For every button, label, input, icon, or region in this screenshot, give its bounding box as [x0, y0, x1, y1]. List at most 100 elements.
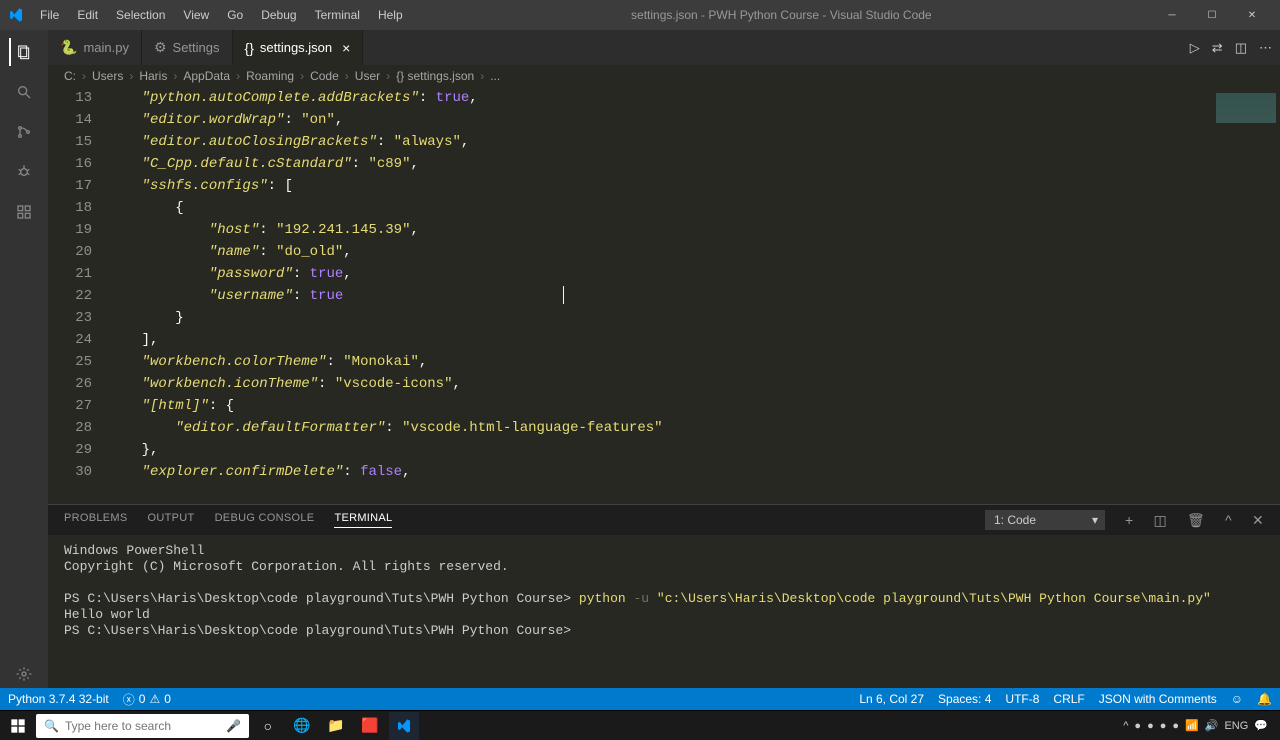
menu-terminal[interactable]: Terminal	[307, 4, 368, 26]
indentation[interactable]: Spaces: 4	[938, 692, 991, 706]
notifications-icon[interactable]: 🔔	[1257, 692, 1272, 706]
menu-view[interactable]: View	[175, 4, 217, 26]
extensions-icon[interactable]	[10, 198, 38, 226]
window-title: settings.json - PWH Python Course - Visu…	[411, 8, 1152, 22]
breadcrumbs[interactable]: C:›Users›Haris›AppData›Roaming›Code›User…	[48, 65, 1280, 87]
breadcrumb-item[interactable]: C:	[64, 69, 76, 83]
maximize-button[interactable]: ☐	[1192, 0, 1232, 30]
kill-terminal-icon[interactable]: 🗑	[1187, 512, 1205, 529]
scm-icon[interactable]	[10, 118, 38, 146]
menu-file[interactable]: File	[32, 4, 67, 26]
minimap[interactable]	[1200, 87, 1280, 504]
vscode-icon	[8, 7, 24, 23]
search-icon[interactable]	[10, 78, 38, 106]
tray-icon[interactable]: ●	[1160, 720, 1167, 732]
panel-tab-debug-console[interactable]: DEBUG CONSOLE	[215, 512, 315, 528]
system-tray[interactable]: ^ ● ● ● ● 📶 🔊 ENG 💬	[1123, 719, 1276, 732]
breadcrumb-item[interactable]: ...	[490, 69, 500, 83]
split-editor-icon[interactable]: ◫	[1235, 40, 1247, 56]
menu-help[interactable]: Help	[370, 4, 411, 26]
cursor-position[interactable]: Ln 6, Col 27	[859, 692, 924, 706]
tray-volume-icon[interactable]: 🔊	[1205, 719, 1219, 732]
chevron-right-icon: ›	[300, 69, 304, 83]
python-version[interactable]: Python 3.7.4 32-bit	[8, 692, 109, 706]
menu-debug[interactable]: Debug	[253, 4, 304, 26]
explorer-folder-icon[interactable]: 📁	[321, 712, 351, 740]
new-terminal-icon[interactable]: +	[1125, 512, 1133, 528]
panel-tab-problems[interactable]: PROBLEMS	[64, 512, 128, 528]
code-content[interactable]: "python.autoComplete.addBrackets": true,…	[108, 87, 1200, 504]
eol[interactable]: CRLF	[1053, 692, 1084, 706]
breadcrumb-item[interactable]: Code	[310, 69, 339, 83]
tray-notifications-icon[interactable]: 💬	[1254, 719, 1268, 732]
tray-icon[interactable]: ●	[1172, 720, 1179, 732]
breadcrumb-item[interactable]: AppData	[183, 69, 230, 83]
activity-bar	[0, 30, 48, 688]
breadcrumb-item[interactable]: Haris	[139, 69, 167, 83]
tray-wifi-icon[interactable]: 📶	[1185, 719, 1199, 732]
file-icon: ⚙	[154, 39, 167, 56]
breadcrumb-item[interactable]: Users	[92, 69, 123, 83]
start-button[interactable]	[4, 712, 32, 740]
file-icon: 🐍	[60, 39, 77, 56]
terminal-selector[interactable]: 1: Code	[985, 510, 1105, 530]
text-cursor	[563, 286, 564, 304]
search-input[interactable]	[65, 719, 220, 733]
panel-tab-output[interactable]: OUTPUT	[148, 512, 195, 528]
window-controls: ─ ☐ ✕	[1152, 0, 1272, 30]
breadcrumb-item[interactable]: Roaming	[246, 69, 294, 83]
tray-icon[interactable]: ●	[1147, 720, 1154, 732]
menu-bar: FileEditSelectionViewGoDebugTerminalHelp	[32, 4, 411, 26]
breadcrumb-item[interactable]: User	[355, 69, 380, 83]
chevron-right-icon: ›	[236, 69, 240, 83]
minimize-button[interactable]: ─	[1152, 0, 1192, 30]
tab-settings[interactable]: ⚙ Settings	[142, 30, 233, 65]
close-tab-icon[interactable]: ×	[342, 40, 350, 56]
editor[interactable]: 131415161718192021222324252627282930 "py…	[48, 87, 1280, 504]
open-changes-icon[interactable]: ⇄	[1212, 40, 1223, 56]
tray-chevron-icon[interactable]: ^	[1123, 720, 1128, 732]
vscode-taskbar-icon[interactable]	[389, 712, 419, 740]
tray-lang[interactable]: ENG	[1224, 720, 1248, 732]
chevron-right-icon: ›	[129, 69, 133, 83]
chrome-icon[interactable]: 🌐	[287, 712, 317, 740]
encoding[interactable]: UTF-8	[1005, 692, 1039, 706]
taskbar-search[interactable]: 🔍 🎤	[36, 714, 249, 738]
feedback-icon[interactable]: ☺	[1231, 692, 1243, 706]
titlebar: FileEditSelectionViewGoDebugTerminalHelp…	[0, 0, 1280, 30]
status-bar: Python 3.7.4 32-bit ⓧ0 ⚠0 Ln 6, Col 27 S…	[0, 688, 1280, 710]
more-actions-icon[interactable]: ⋯	[1259, 40, 1272, 56]
terminal[interactable]: Windows PowerShellCopyright (C) Microsof…	[48, 535, 1280, 688]
tab-settings-json[interactable]: {}settings.json×	[233, 30, 364, 65]
app-icon[interactable]: 🟥	[355, 712, 385, 740]
tab-main-py[interactable]: 🐍 main.py	[48, 30, 142, 65]
tab-label: main.py	[83, 40, 129, 55]
problems-status[interactable]: ⓧ0 ⚠0	[123, 691, 171, 708]
language-mode[interactable]: JSON with Comments	[1099, 692, 1217, 706]
mic-icon[interactable]: 🎤	[226, 719, 241, 733]
close-button[interactable]: ✕	[1232, 0, 1272, 30]
breadcrumb-item[interactable]: {} settings.json	[396, 69, 474, 83]
bottom-panel: PROBLEMS OUTPUT DEBUG CONSOLE TERMINAL 1: C…	[48, 504, 1280, 688]
panel-tabs: PROBLEMS OUTPUT DEBUG CONSOLE TERMINAL 1: C…	[48, 505, 1280, 535]
split-terminal-icon[interactable]: ◫	[1153, 512, 1167, 529]
cortana-icon[interactable]: ○	[253, 712, 283, 740]
maximize-panel-icon[interactable]: ^	[1225, 512, 1232, 528]
close-panel-icon[interactable]: ✕	[1252, 512, 1264, 529]
menu-go[interactable]: Go	[219, 4, 251, 26]
chevron-right-icon: ›	[173, 69, 177, 83]
debug-icon[interactable]	[10, 158, 38, 186]
run-icon[interactable]: ▷	[1190, 40, 1200, 56]
tab-label: settings.json	[260, 40, 332, 55]
chevron-right-icon: ›	[82, 69, 86, 83]
terminal-line: PS C:\Users\Haris\Desktop\code playgroun…	[64, 591, 1264, 607]
settings-gear-icon[interactable]	[10, 660, 38, 688]
tab-label: Settings	[173, 40, 220, 55]
menu-selection[interactable]: Selection	[108, 4, 173, 26]
terminal-line: Hello world	[64, 607, 1264, 623]
tray-icon[interactable]: ●	[1134, 720, 1141, 732]
explorer-icon[interactable]	[9, 38, 37, 66]
windows-taskbar: 🔍 🎤 ○ 🌐 📁 🟥 ^ ● ● ● ● 📶 🔊 ENG 💬	[0, 710, 1280, 740]
panel-tab-terminal[interactable]: TERMINAL	[334, 512, 392, 528]
menu-edit[interactable]: Edit	[69, 4, 106, 26]
